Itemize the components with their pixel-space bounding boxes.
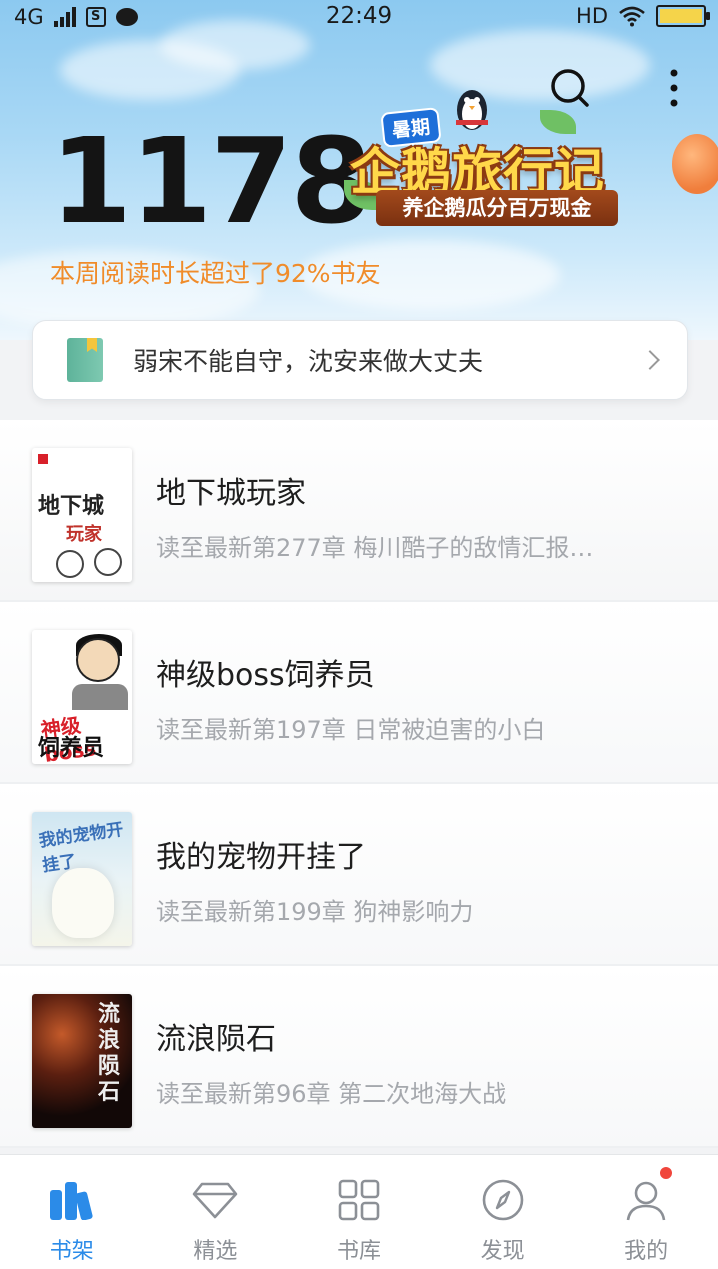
book-cover: 神级boss 饲养员 — [32, 630, 132, 764]
reading-minutes: 1178 — [50, 112, 372, 250]
book-progress: 读至最新第277章 梅川酷子的敌情汇报… — [156, 534, 594, 562]
cover-title: 流浪陨石 — [97, 1002, 120, 1105]
more-button[interactable] — [652, 66, 696, 110]
book-title: 我的宠物开挂了 — [156, 840, 366, 875]
book-cover: 地下城 玩家 — [32, 448, 132, 582]
book-title: 流浪陨石 — [156, 1022, 276, 1057]
book-progress: 读至最新第197章 日常被迫害的小白 — [156, 716, 546, 744]
cover-title: 地下城 — [38, 494, 105, 519]
book-item[interactable]: 流浪陨石 流浪陨石 读至最新第96章 第二次地海大战 — [0, 966, 718, 1148]
bookshelf-icon — [49, 1182, 93, 1220]
tab-label: 书架 — [49, 1239, 94, 1264]
book-title: 地下城玩家 — [156, 476, 306, 511]
grid-icon — [338, 1179, 380, 1221]
last-read-text: 弱宋不能自守，沈安来做大丈夫 — [133, 347, 484, 376]
battery-icon — [656, 5, 710, 27]
book-title: 神级boss饲养员 — [156, 658, 375, 693]
book-item[interactable]: 我的宠物开挂了 我的宠物开挂了 读至最新第199章 狗神影响力 — [0, 784, 718, 966]
cover-subtitle: 玩家 — [66, 524, 102, 545]
compass-icon — [482, 1179, 523, 1221]
reading-rank-text: 本周阅读时长超过了92%书友 — [50, 259, 381, 288]
book-list: 地下城 玩家 地下城玩家 读至最新第277章 梅川酷子的敌情汇报… 神级boss… — [0, 420, 718, 1148]
tab-label: 书库 — [336, 1239, 381, 1264]
wifi-icon — [619, 6, 645, 27]
notification-badge — [658, 1165, 675, 1181]
banner-slogan: 养企鹅瓜分百万现金 — [376, 190, 618, 226]
book-cover: 我的宠物开挂了 — [32, 812, 132, 946]
book-progress: 读至最新第96章 第二次地海大战 — [156, 1080, 507, 1108]
diamond-icon — [193, 1182, 238, 1219]
header: 4G S 22:49 HD 1178 本周阅读时长超过了92%书友 暑期 企鹅旅… — [0, 0, 718, 340]
tab-featured[interactable]: 精选 — [144, 1155, 288, 1269]
tab-me[interactable]: 我的 — [574, 1155, 718, 1269]
book-cover: 流浪陨石 — [32, 994, 132, 1128]
tab-discover[interactable]: 发现 — [431, 1155, 575, 1269]
tab-library[interactable]: 书库 — [287, 1155, 431, 1269]
book-item[interactable]: 地下城 玩家 地下城玩家 读至最新第277章 梅川酷子的敌情汇报… — [0, 420, 718, 602]
book-progress: 读至最新第199章 狗神影响力 — [156, 898, 474, 926]
penguin-icon — [456, 90, 488, 130]
bottom-tab-bar: 书架 精选 书库 发现 我的 — [0, 1154, 718, 1269]
status-bar: 4G S 22:49 HD — [0, 0, 718, 34]
book-item[interactable]: 神级boss 饲养员 神级boss饲养员 读至最新第197章 日常被迫害的小白 — [0, 602, 718, 784]
last-read-card[interactable]: 弱宋不能自守，沈安来做大丈夫 — [32, 320, 688, 400]
bookmark-book-icon — [67, 338, 103, 382]
chevron-right-icon — [640, 350, 660, 370]
tab-label: 我的 — [624, 1239, 669, 1264]
promo-banner[interactable]: 暑期 企鹅旅行记 养企鹅瓜分百万现金 — [340, 80, 650, 230]
tab-label: 发现 — [480, 1239, 525, 1264]
balloon-decoration — [672, 134, 718, 194]
hd-label: HD — [576, 4, 608, 28]
tab-bookshelf[interactable]: 书架 — [0, 1155, 144, 1269]
cover-subtitle: 饲养员 — [38, 736, 105, 761]
tab-label: 精选 — [193, 1239, 238, 1264]
cover-title: 我的宠物开挂了 — [37, 819, 125, 877]
more-vertical-icon — [670, 69, 678, 107]
user-icon — [626, 1181, 666, 1221]
